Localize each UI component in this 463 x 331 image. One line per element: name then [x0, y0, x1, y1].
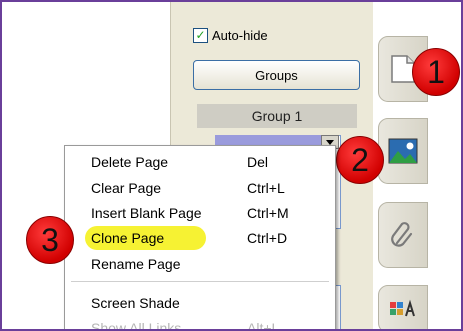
menu-item-label: Insert Blank Page — [91, 205, 202, 221]
checkmark-icon: ✓ — [193, 27, 208, 43]
menu-item-shortcut: Alt+L — [247, 320, 280, 331]
gallery-icon — [388, 138, 418, 164]
menu-item-label: Screen Shade — [91, 295, 180, 311]
tab-properties[interactable] — [378, 285, 428, 329]
step-badge-1: 1 — [412, 48, 460, 96]
menu-item-delete-page[interactable]: Delete Page Del — [65, 150, 333, 174]
menu-item-clear-page[interactable]: Clear Page Ctrl+L — [65, 176, 333, 200]
menu-item-label: Clear Page — [91, 180, 162, 196]
tab-attachments[interactable] — [378, 202, 428, 268]
tab-gallery[interactable] — [378, 118, 428, 184]
paperclip-icon — [391, 222, 413, 247]
menu-item-rename-page[interactable]: Rename Page — [65, 252, 333, 276]
auto-hide-label: Auto-hide — [212, 27, 268, 43]
step-badge-3: 3 — [26, 216, 74, 264]
menu-item-screen-shade[interactable]: Screen Shade — [65, 291, 333, 315]
menu-item-label: Clone Page — [91, 230, 165, 246]
group-header: Group 1 — [197, 104, 357, 128]
menu-separator — [71, 281, 329, 282]
menu-item-shortcut: Ctrl+D — [247, 230, 288, 246]
menu-item-insert-blank-page[interactable]: Insert Blank Page Ctrl+M — [65, 201, 333, 225]
menu-item-show-all-links[interactable]: Show All Links Alt+L — [65, 316, 333, 331]
chevron-down-icon — [326, 139, 334, 145]
menu-item-shortcut: Ctrl+M — [247, 205, 289, 221]
page-context-menu: Delete Page Del Clear Page Ctrl+L Insert… — [64, 145, 336, 331]
menu-item-label: Show All Links — [91, 320, 182, 331]
menu-item-label: Delete Page — [91, 154, 169, 170]
groups-button[interactable]: Groups — [193, 60, 360, 90]
auto-hide-checkbox[interactable]: ✓ Auto-hide — [193, 26, 268, 44]
menu-item-clone-page[interactable]: Clone Page Ctrl+D — [65, 226, 333, 250]
menu-item-label: Rename Page — [91, 256, 181, 272]
menu-item-shortcut: Del — [247, 154, 269, 170]
step-badge-2: 2 — [336, 136, 384, 184]
screenshot-frame: ✓ Auto-hide Groups Group 1 1 2 Delete Pa… — [0, 0, 463, 331]
properties-icon — [390, 299, 415, 317]
menu-item-shortcut: Ctrl+L — [247, 180, 285, 196]
